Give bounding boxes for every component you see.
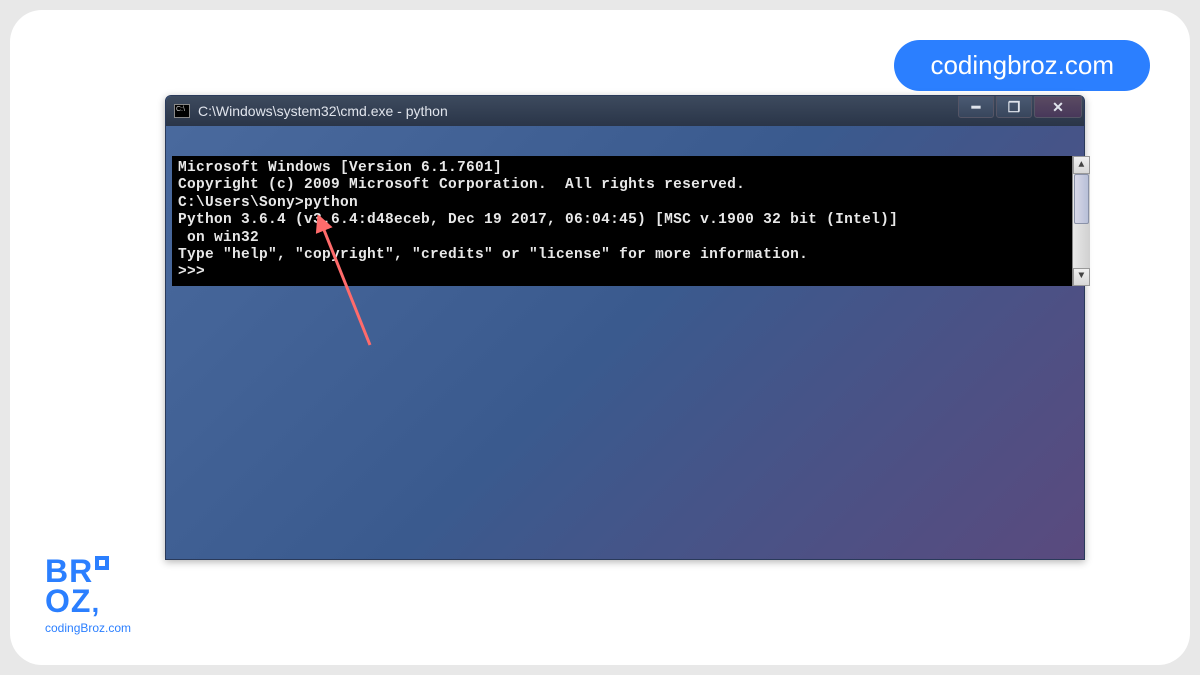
outer-frame: codingbroz.com C:\Windows\system32\cmd.e… [10, 10, 1190, 665]
console-line: Type "help", "copyright", "credits" or "… [178, 247, 1084, 264]
close-button[interactable]: ✕ [1034, 96, 1082, 118]
minimize-button[interactable]: ━ [958, 96, 994, 118]
cmd-icon [174, 104, 190, 118]
console-line: on win32 [178, 230, 1084, 247]
brand-logo: BR OZ, codingBroz.com [45, 556, 131, 635]
console-line: Copyright (c) 2009 Microsoft Corporation… [178, 177, 1084, 194]
console-line: Python 3.6.4 (v3.6.4:d48eceb, Dec 19 201… [178, 212, 1084, 229]
cmd-window: C:\Windows\system32\cmd.exe - python ━ ❐… [165, 95, 1085, 560]
site-badge: codingbroz.com [894, 40, 1150, 91]
scrollbar[interactable]: ▲ ▼ [1072, 156, 1090, 286]
console-line: Microsoft Windows [Version 6.1.7601] [178, 160, 1084, 177]
console-prompt: >>> [178, 264, 1084, 281]
scroll-up-arrow-icon[interactable]: ▲ [1073, 156, 1090, 174]
window-titlebar[interactable]: C:\Windows\system32\cmd.exe - python ━ ❐… [166, 96, 1084, 126]
console-line: C:\Users\Sony>python [178, 195, 1084, 212]
window-controls: ━ ❐ ✕ [958, 96, 1082, 118]
scroll-down-arrow-icon[interactable]: ▼ [1073, 268, 1090, 286]
window-title: C:\Windows\system32\cmd.exe - python [198, 103, 448, 119]
maximize-button[interactable]: ❐ [996, 96, 1032, 118]
logo-text: BR OZ, [45, 556, 131, 617]
scroll-thumb[interactable] [1074, 174, 1089, 224]
logo-subtext: codingBroz.com [45, 621, 131, 635]
console-area[interactable]: Microsoft Windows [Version 6.1.7601] Cop… [172, 156, 1090, 286]
